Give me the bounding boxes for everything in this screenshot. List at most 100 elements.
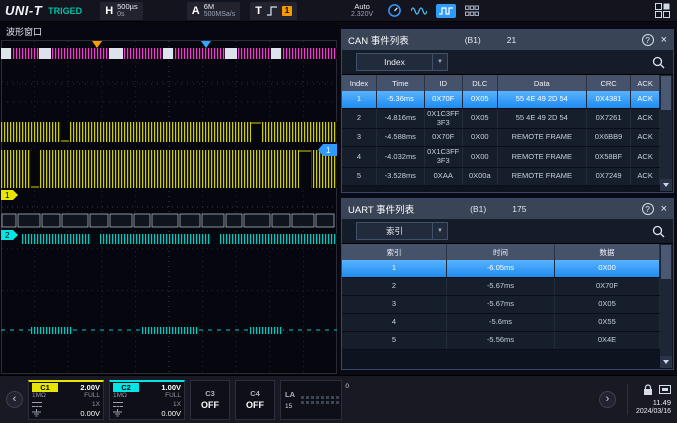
- svg-text:1: 1: [5, 191, 10, 200]
- cell: -5.67ms: [447, 296, 555, 313]
- event-count: 21: [507, 35, 516, 45]
- column-header: 时间: [447, 244, 555, 260]
- cell: -4.588ms: [377, 129, 425, 146]
- cell: ACK: [631, 129, 660, 146]
- cell: 0X05: [463, 91, 498, 108]
- lock-icon[interactable]: [643, 384, 653, 396]
- t-label: T: [255, 5, 262, 17]
- a-label: A: [192, 5, 200, 17]
- uart-scrollbar[interactable]: [660, 244, 672, 368]
- can-decode-trace: [1, 48, 337, 59]
- channel4-box[interactable]: C4 OFF: [235, 380, 275, 420]
- ground-icon: [113, 409, 139, 418]
- la-label: LA: [285, 390, 301, 399]
- cell: 2: [342, 278, 447, 295]
- can-event-table: IndexTimeIDDLCDataCRCACK1-5.36ms0X70F0X0…: [342, 75, 660, 192]
- search-button[interactable]: [652, 225, 665, 238]
- can-scrollbar[interactable]: [660, 75, 672, 191]
- column-header: ACK: [631, 75, 660, 91]
- channel1-impedance: 1MΩ: [32, 392, 58, 401]
- close-icon[interactable]: ×: [661, 204, 667, 215]
- channel1-box[interactable]: C1 2.00V 1MΩ FULL 1X 0.00V: [28, 380, 104, 420]
- scroll-down-button[interactable]: [660, 356, 672, 368]
- cell: 0X70F: [425, 91, 463, 108]
- channel3-box[interactable]: C3 OFF: [190, 380, 230, 420]
- cell: 0X00: [463, 129, 498, 146]
- channel2-probe: 1X: [141, 400, 181, 409]
- can-row[interactable]: 2-4.816ms0X1C3FF3F30X0555 4E 49 2D 540X7…: [342, 109, 660, 129]
- scrollbar-thumb[interactable]: [661, 245, 671, 279]
- channel1-bandwidth: FULL: [60, 392, 100, 401]
- waveform-display[interactable]: 1 2 1: [1, 40, 337, 374]
- bus-decode-icon[interactable]: [436, 4, 456, 18]
- sort-dropdown[interactable]: Index ▼: [356, 53, 448, 71]
- column-header: CRC: [587, 75, 632, 91]
- cell: 0X1C3FF3F3: [425, 109, 463, 128]
- graticule-border: [2, 41, 337, 374]
- cell: -4.816ms: [377, 109, 425, 128]
- channel2-label: C2: [113, 383, 139, 392]
- can-row[interactable]: 1-5.36ms0X70F0X0555 4E 49 2D 540X4381ACK: [342, 91, 660, 109]
- oscilloscope-screen: UNI-T TRIGED H 500µs 0s A 6M 500MSa/s T …: [0, 0, 677, 423]
- measure-gauge-icon[interactable]: [387, 3, 402, 18]
- can-table-header: IndexTimeIDDLCDataCRCACK: [342, 75, 660, 91]
- cell: 0X70F: [555, 278, 660, 295]
- cell: 0XAA: [425, 168, 463, 185]
- channel2-box[interactable]: C2 1.00V 1MΩ FULL 1X 0.00V: [109, 380, 185, 420]
- channel4-state: OFF: [246, 400, 264, 410]
- uart-row[interactable]: 5-5.56ms0X4E: [342, 332, 660, 350]
- cell: 0X05: [555, 296, 660, 313]
- quick-tools: [387, 3, 479, 18]
- help-icon[interactable]: ?: [642, 34, 654, 46]
- close-icon[interactable]: ×: [661, 35, 667, 46]
- chevron-down-icon: ▼: [432, 54, 447, 70]
- column-header: Data: [498, 75, 587, 91]
- horizontal-offset-value: 0s: [117, 11, 138, 18]
- uart-row[interactable]: 4-5.6ms0X55: [342, 314, 660, 332]
- channel4-label: C4: [250, 389, 260, 398]
- sort-dropdown[interactable]: 索引 ▼: [356, 222, 448, 240]
- acquire-settings-button[interactable]: A 6M 500MSa/s: [187, 2, 240, 20]
- trigger-status-badge: TRIGED: [48, 6, 82, 16]
- horizontal-settings-button[interactable]: H 500µs 0s: [100, 2, 143, 20]
- uart-row[interactable]: 2-5.67ms0X70F: [342, 278, 660, 296]
- la-high-label: 15: [285, 403, 301, 410]
- help-icon[interactable]: ?: [642, 203, 654, 215]
- trigger-settings-button[interactable]: T 1: [250, 2, 297, 20]
- channel2-bandwidth: FULL: [141, 392, 181, 401]
- logic-analyzer-box[interactable]: LA 15 0: [280, 380, 342, 420]
- waveform-window: 波形窗口: [0, 22, 339, 375]
- dropdown-value: 索引: [357, 223, 432, 239]
- screenshot-icon[interactable]: [659, 384, 671, 395]
- can-row[interactable]: 3-4.588ms0X70F0X00REMOTE FRAME0X6BB9ACK: [342, 129, 660, 147]
- trigger-level: 2.320V: [351, 11, 373, 18]
- prev-page-button[interactable]: ‹: [6, 391, 23, 408]
- next-page-button[interactable]: ›: [599, 391, 616, 408]
- scrollbar-thumb[interactable]: [661, 76, 671, 110]
- cell: 0X4381: [587, 91, 632, 108]
- channel2-impedance: 1MΩ: [113, 392, 139, 401]
- clock-time: 11.49: [653, 398, 671, 407]
- cell: 4: [342, 314, 447, 331]
- column-header: Index: [342, 75, 377, 91]
- can-row[interactable]: 5-3.528ms0XAA0X00aREMOTE FRAME0X7249ACK: [342, 168, 660, 186]
- la-channel-dots: [301, 396, 339, 404]
- search-button[interactable]: [652, 56, 665, 69]
- analog-wave-icon[interactable]: [411, 5, 427, 17]
- scroll-down-button[interactable]: [660, 179, 672, 191]
- h-label: H: [105, 5, 113, 17]
- menu-grid-icon[interactable]: [655, 3, 670, 18]
- cell: -5.56ms: [447, 332, 555, 349]
- uart-row[interactable]: 3-5.67ms0X05: [342, 296, 660, 314]
- digital-channels-icon[interactable]: [465, 5, 479, 17]
- cell: 3: [342, 129, 377, 146]
- dropdown-value: Index: [357, 54, 432, 70]
- panel-title: CAN 事件列表: [348, 33, 409, 47]
- column-header: ID: [425, 75, 463, 91]
- clock-area: 11.49 2024/03/16: [627, 384, 671, 415]
- cell: 0X4E: [555, 332, 660, 349]
- trigger-source-badge: 1: [282, 6, 292, 16]
- cell: -4.032ms: [377, 147, 425, 166]
- uart-row[interactable]: 1-6.05ms0X00: [342, 260, 660, 278]
- can-row[interactable]: 4-4.032ms0X1C3FF3F30X00REMOTE FRAME0X58B…: [342, 147, 660, 167]
